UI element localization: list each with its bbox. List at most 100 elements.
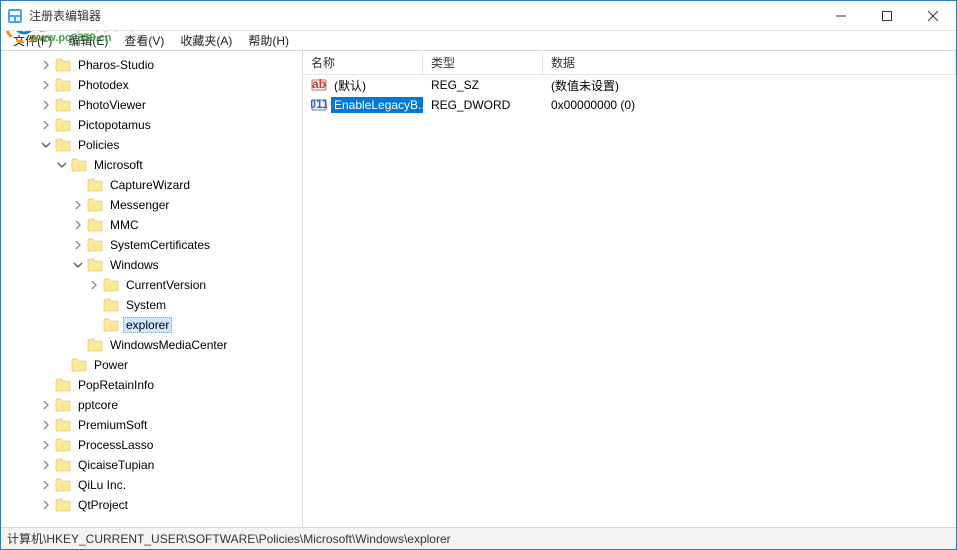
tree-item[interactable]: Photodex	[7, 75, 302, 95]
close-button[interactable]	[910, 1, 956, 30]
window-title: 注册表编辑器	[29, 7, 818, 24]
menu-view[interactable]: 查看(V)	[118, 30, 170, 51]
tree-item[interactable]: PopRetainInfo	[7, 375, 302, 395]
tree-item[interactable]: WindowsMediaCenter	[7, 335, 302, 355]
tree-item-label: CaptureWizard	[107, 177, 193, 193]
tree-item[interactable]: Messenger	[7, 195, 302, 215]
chevron-right-icon[interactable]	[71, 198, 85, 212]
menu-help[interactable]: 帮助(H)	[242, 30, 295, 51]
reg-dword-icon: 011	[311, 97, 327, 113]
value-list-pane[interactable]: 名称 类型 数据 ab(默认)REG_SZ(数值未设置) 011 EnableLeg…	[303, 51, 956, 527]
tree-item-label: MMC	[107, 217, 142, 233]
chevron-down-icon[interactable]	[55, 158, 69, 172]
chevron-down-icon[interactable]	[39, 138, 53, 152]
value-row[interactable]: ab(默认)REG_SZ(数值未设置)	[303, 75, 956, 95]
chevron-right-icon[interactable]	[39, 118, 53, 132]
maximize-button[interactable]	[864, 1, 910, 30]
expander-placeholder	[55, 358, 69, 372]
expander-placeholder	[71, 338, 85, 352]
value-list-body: ab(默认)REG_SZ(数值未设置) 011 EnableLegacyB...RE…	[303, 75, 956, 527]
tree-item[interactable]: PhotoViewer	[7, 95, 302, 115]
value-row[interactable]: 011 EnableLegacyB...REG_DWORD0x00000000 (…	[303, 95, 956, 115]
minimize-button[interactable]	[818, 1, 864, 30]
tree-item[interactable]: Power	[7, 355, 302, 375]
tree-item[interactable]: Microsoft	[7, 155, 302, 175]
folder-icon	[55, 458, 71, 472]
app-icon	[7, 8, 23, 24]
chevron-right-icon[interactable]	[39, 438, 53, 452]
folder-icon	[87, 258, 103, 272]
tree-item[interactable]: PremiumSoft	[7, 415, 302, 435]
value-name: EnableLegacyB...	[331, 97, 423, 113]
tree-item[interactable]: MMC	[7, 215, 302, 235]
tree-item-label: Microsoft	[91, 157, 146, 173]
tree-item-label: ProcessLasso	[75, 437, 156, 453]
maximize-icon	[882, 11, 892, 21]
tree-item-label: Messenger	[107, 197, 172, 213]
folder-icon	[55, 138, 71, 152]
close-icon	[928, 11, 938, 21]
tree-pane[interactable]: Pharos-StudioPhotodexPhotoViewerPictopot…	[1, 51, 303, 527]
chevron-right-icon[interactable]	[39, 398, 53, 412]
folder-icon	[103, 298, 119, 312]
tree-item[interactable]: CurrentVersion	[7, 275, 302, 295]
column-header-type[interactable]: 类型	[423, 51, 543, 74]
window-controls	[818, 1, 956, 30]
chevron-right-icon[interactable]	[87, 278, 101, 292]
tree-item[interactable]: CaptureWizard	[7, 175, 302, 195]
status-path: 计算机\HKEY_CURRENT_USER\SOFTWARE\Policies\…	[7, 530, 451, 547]
folder-icon	[55, 418, 71, 432]
chevron-right-icon[interactable]	[71, 218, 85, 232]
chevron-right-icon[interactable]	[71, 238, 85, 252]
chevron-right-icon[interactable]	[39, 498, 53, 512]
column-header-data[interactable]: 数据	[543, 51, 956, 74]
tree-item-label: Policies	[75, 137, 122, 153]
value-data: 0x00000000 (0)	[543, 98, 956, 112]
menubar: 文件(F) 编辑(E) 查看(V) 收藏夹(A) 帮助(H)	[1, 31, 956, 51]
tree-item[interactable]: explorer	[7, 315, 302, 335]
tree-item-label: pptcore	[75, 397, 121, 413]
folder-icon	[71, 358, 87, 372]
expander-placeholder	[87, 318, 101, 332]
column-header-name[interactable]: 名称	[303, 51, 423, 74]
tree-item[interactable]: QtProject	[7, 495, 302, 515]
tree-item[interactable]: QicaiseTupian	[7, 455, 302, 475]
reg-sz-icon: ab	[311, 77, 327, 93]
chevron-right-icon[interactable]	[39, 478, 53, 492]
chevron-right-icon[interactable]	[39, 98, 53, 112]
chevron-right-icon[interactable]	[39, 58, 53, 72]
registry-tree: Pharos-StudioPhotodexPhotoViewerPictopot…	[1, 51, 302, 519]
list-header: 名称 类型 数据	[303, 51, 956, 75]
tree-item-label: Windows	[107, 257, 162, 273]
menu-favorites[interactable]: 收藏夹(A)	[174, 30, 238, 51]
svg-text:ab: ab	[312, 77, 326, 91]
chevron-right-icon[interactable]	[39, 78, 53, 92]
expander-placeholder	[87, 298, 101, 312]
tree-item[interactable]: Windows	[7, 255, 302, 275]
tree-item-label: QiLu Inc.	[75, 477, 129, 493]
titlebar[interactable]: 注册表编辑器	[1, 1, 956, 31]
tree-item[interactable]: pptcore	[7, 395, 302, 415]
tree-item[interactable]: ProcessLasso	[7, 435, 302, 455]
folder-icon	[55, 478, 71, 492]
svg-text:011: 011	[311, 97, 327, 111]
chevron-right-icon[interactable]	[39, 418, 53, 432]
folder-icon	[55, 78, 71, 92]
tree-item-label: PremiumSoft	[75, 417, 150, 433]
tree-item[interactable]: Pictopotamus	[7, 115, 302, 135]
tree-item[interactable]: Policies	[7, 135, 302, 155]
chevron-right-icon[interactable]	[39, 458, 53, 472]
tree-item[interactable]: QiLu Inc.	[7, 475, 302, 495]
value-type: REG_DWORD	[423, 98, 543, 112]
menu-file[interactable]: 文件(F)	[7, 30, 58, 51]
chevron-down-icon[interactable]	[71, 258, 85, 272]
tree-item-label: QtProject	[75, 497, 131, 513]
folder-icon	[103, 278, 119, 292]
tree-item[interactable]: Pharos-Studio	[7, 55, 302, 75]
tree-item[interactable]: SystemCertificates	[7, 235, 302, 255]
tree-item-label: System	[123, 297, 169, 313]
tree-item-label: explorer	[123, 317, 172, 333]
menu-edit[interactable]: 编辑(E)	[62, 30, 114, 51]
folder-icon	[55, 58, 71, 72]
tree-item[interactable]: System	[7, 295, 302, 315]
